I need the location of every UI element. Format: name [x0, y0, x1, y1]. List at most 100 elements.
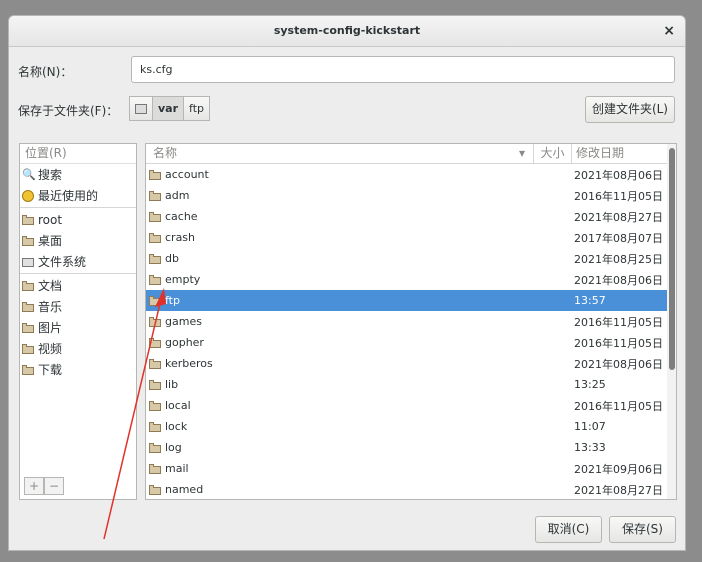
home-folder-icon [22, 214, 34, 226]
music-folder-icon [22, 301, 34, 313]
folder-icon [149, 169, 161, 181]
file-name-cell: lib [146, 378, 533, 391]
file-row[interactable]: named 2021年08月27日 [146, 479, 676, 499]
places-header: 位置(R) [20, 144, 136, 164]
sidebar-item-videos[interactable]: 视频 [20, 338, 136, 359]
folder-icon [149, 274, 161, 286]
scrollbar[interactable] [667, 144, 676, 499]
file-name-cell: account [146, 168, 533, 181]
scrollbar-thumb[interactable] [669, 148, 675, 370]
file-name-cell: log [146, 441, 533, 454]
file-modified: 2021年08月06日 [574, 357, 663, 371]
file-modified: 13:25 [574, 378, 606, 391]
sidebar-item-filesystem[interactable]: 文件系统 [20, 251, 136, 272]
file-row[interactable]: lock 11:07 [146, 416, 676, 437]
videos-folder-icon [22, 343, 34, 355]
file-row[interactable]: db 2021年08月25日 [146, 248, 676, 269]
folder-icon [149, 337, 161, 349]
file-row[interactable]: adm 2016年11月05日 [146, 185, 676, 206]
file-modified: 2016年11月05日 [574, 336, 663, 350]
column-label: 名称 [153, 146, 178, 160]
folder-icon [149, 484, 161, 496]
file-name-cell: games [146, 315, 533, 328]
file-name-cell: kerberos [146, 357, 533, 370]
sidebar-item-label: 图片 [38, 321, 63, 335]
sidebar-item-pictures[interactable]: 图片 [20, 317, 136, 338]
places-footer: + − [24, 477, 64, 495]
file-name-cell: lock [146, 420, 533, 433]
file-name: db [165, 252, 179, 265]
column-header-modified[interactable]: 修改日期 [571, 144, 672, 163]
sidebar-item-desktop[interactable]: 桌面 [20, 230, 136, 251]
filename-input[interactable]: ks.cfg [131, 56, 675, 83]
file-name: empty [165, 273, 201, 286]
places-sidebar: 位置(R) 🔍 搜索 最近使用的 root 桌面 文件系统 文档 音乐 图片 视… [19, 143, 137, 500]
save-dialog: system-config-kickstart × 名称(N)： ks.cfg … [8, 15, 686, 551]
file-row[interactable]: account 2021年08月06日 [146, 164, 676, 185]
file-row[interactable]: kerberos 2021年08月06日 [146, 353, 676, 374]
file-modified: 13:57 [574, 294, 606, 307]
folder-icon [149, 253, 161, 265]
file-name: gopher [165, 336, 204, 349]
file-name: crash [165, 231, 196, 244]
sidebar-item-search[interactable]: 🔍 搜索 [20, 164, 136, 185]
folder-icon [149, 442, 161, 454]
file-row[interactable]: mail 2021年09月06日 [146, 458, 676, 479]
remove-bookmark-button[interactable]: − [44, 477, 64, 495]
sidebar-item-recent[interactable]: 最近使用的 [20, 185, 136, 206]
create-folder-button[interactable]: 创建文件夹(L) [584, 96, 675, 123]
file-name-cell: ftp [146, 294, 533, 307]
desktop-folder-icon [22, 235, 34, 247]
close-icon[interactable]: × [663, 16, 675, 46]
sidebar-item-documents[interactable]: 文档 [20, 275, 136, 296]
file-row[interactable]: games 2016年11月05日 [146, 311, 676, 332]
file-row[interactable]: crash 2017年08月07日 [146, 227, 676, 248]
sidebar-item-label: 最近使用的 [38, 189, 99, 203]
pictures-folder-icon [22, 322, 34, 334]
folder-icon [149, 211, 161, 223]
file-modified: 2016年11月05日 [574, 189, 663, 203]
add-bookmark-button[interactable]: + [24, 477, 44, 495]
file-name: named [165, 483, 204, 496]
file-name: adm [165, 189, 190, 202]
file-row[interactable]: cache 2021年08月27日 [146, 206, 676, 227]
file-modified: 11:07 [574, 420, 606, 433]
sidebar-item-label: 音乐 [38, 300, 63, 314]
file-modified: 13:33 [574, 441, 606, 454]
folder-icon [149, 316, 161, 328]
file-list: 名称 ▾ 大小 修改日期 account 2021年08月06日 adm 2016年1… [145, 143, 677, 500]
file-row[interactable]: empty 2021年08月06日 [146, 269, 676, 290]
file-name-cell: local [146, 399, 533, 412]
save-button[interactable]: 保存(S) [609, 516, 676, 543]
column-header-size[interactable]: 大小 [533, 144, 571, 163]
file-name-cell: empty [146, 273, 533, 286]
file-name-cell: adm [146, 189, 533, 202]
folder-icon [149, 358, 161, 370]
window-title: system-config-kickstart [273, 24, 421, 37]
file-modified: 2017年08月07日 [574, 231, 663, 245]
folder-icon [149, 190, 161, 202]
cancel-button[interactable]: 取消(C) [535, 516, 602, 543]
file-row[interactable]: lib 13:25 [146, 374, 676, 395]
folder-icon [149, 295, 161, 307]
search-icon: 🔍 [22, 167, 36, 181]
sidebar-item-root[interactable]: root [20, 209, 136, 230]
name-label: 名称(N)： [18, 65, 73, 79]
file-modified: 2016年11月05日 [574, 315, 663, 329]
save-in-label: 保存于文件夹(F)： [18, 104, 119, 118]
sidebar-item-downloads[interactable]: 下载 [20, 359, 136, 380]
folder-icon [149, 421, 161, 433]
path-button-ftp[interactable]: ftp [184, 96, 211, 121]
path-button-var[interactable]: var [153, 96, 185, 121]
file-row[interactable]: log 13:33 [146, 437, 676, 458]
folder-icon [149, 463, 161, 475]
column-header-name[interactable]: 名称 ▾ [146, 144, 533, 163]
file-row[interactable]: ftp 13:57 [146, 290, 676, 311]
sidebar-item-music[interactable]: 音乐 [20, 296, 136, 317]
file-row[interactable]: local 2016年11月05日 [146, 395, 676, 416]
file-name: games [165, 315, 202, 328]
file-name: account [165, 168, 209, 181]
root-drive-button[interactable] [129, 96, 153, 121]
title-bar[interactable]: system-config-kickstart × [9, 16, 685, 47]
file-row[interactable]: gopher 2016年11月05日 [146, 332, 676, 353]
